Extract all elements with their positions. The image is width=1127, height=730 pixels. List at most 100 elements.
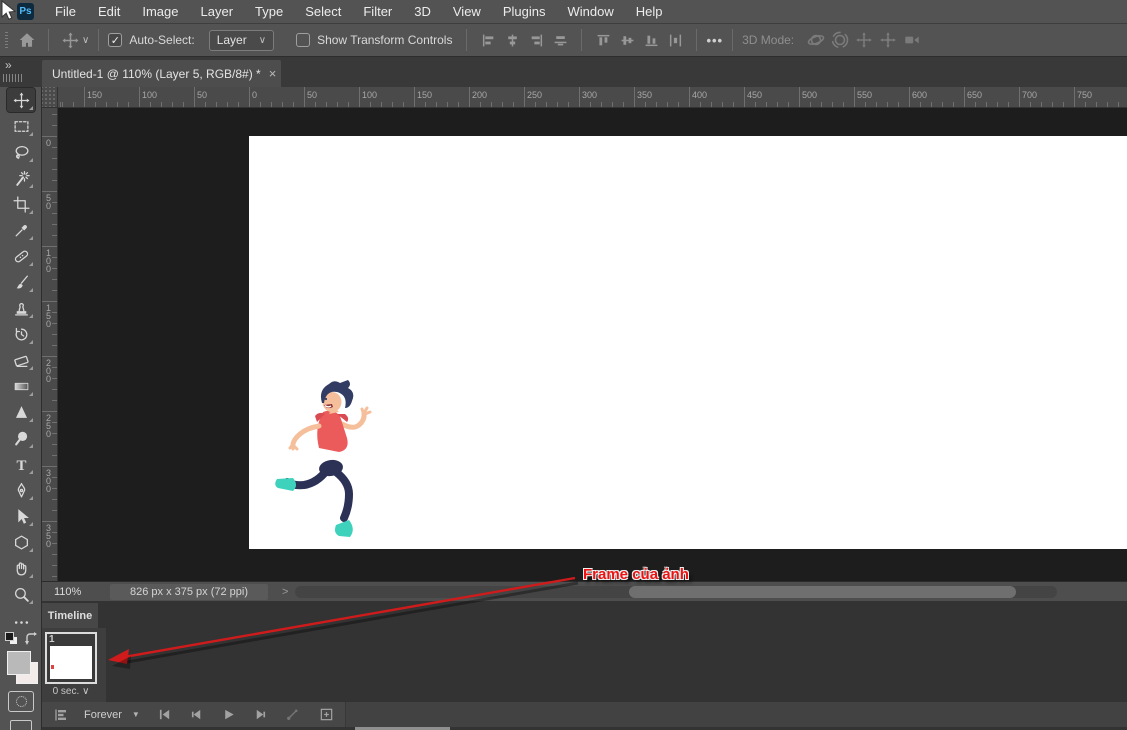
dodge-tool[interactable]	[7, 426, 35, 450]
horizontal-ruler[interactable]: 1501005005010015020025030035040045050055…	[58, 87, 1127, 108]
quick-mask-mode-button[interactable]	[8, 691, 34, 712]
document-tab-title: Untitled-1 @ 110% (Layer 5, RGB/8#) *	[52, 67, 261, 81]
auto-select-target-dropdown[interactable]: Layer ∨	[209, 30, 274, 51]
align-middle-icon[interactable]	[615, 28, 639, 52]
collapse-panels-icon[interactable]: »	[5, 58, 12, 72]
home-button[interactable]	[15, 28, 39, 52]
zoom-level-field[interactable]: 110%	[54, 586, 98, 598]
frame-thumbnail	[50, 646, 92, 679]
menu-file[interactable]: File	[44, 4, 87, 19]
frame-thumbnail-figure	[51, 665, 54, 669]
menu-view[interactable]: View	[442, 4, 492, 19]
gradient-tool[interactable]	[7, 374, 35, 398]
screen-mode-button[interactable]	[10, 720, 32, 730]
document-tab[interactable]: Untitled-1 @ 110% (Layer 5, RGB/8#) * ×	[42, 60, 281, 87]
spot-healing-tool[interactable]	[7, 244, 35, 268]
3d-orbit-icon[interactable]	[804, 28, 828, 52]
swap-colors-icon[interactable]	[24, 632, 38, 646]
align-vertical-centers-icon[interactable]	[548, 28, 572, 52]
next-frame-button[interactable]	[250, 706, 272, 724]
rectangular-marquee-tool[interactable]	[7, 114, 35, 138]
new-frame-button[interactable]	[316, 706, 338, 724]
move-tool-options-icon[interactable]	[58, 28, 82, 52]
frame-number: 1	[49, 634, 55, 645]
foreground-color-swatch[interactable]	[7, 651, 31, 675]
timeline-frame-column: 1 0 sec. ∨	[42, 628, 106, 702]
menu-filter[interactable]: Filter	[352, 4, 403, 19]
move-tool[interactable]	[7, 88, 35, 112]
menu-layer[interactable]: Layer	[190, 4, 245, 19]
eraser-tool[interactable]	[7, 348, 35, 372]
pen-tool[interactable]	[7, 478, 35, 502]
document-tab-bar: » Untitled-1 @ 110% (Layer 5, RGB/8#) * …	[0, 57, 1127, 87]
toolbar-grip	[3, 74, 24, 82]
lasso-tool[interactable]	[7, 140, 35, 164]
status-bar: 110% 826 px x 375 px (72 ppi) > <	[42, 581, 1127, 601]
ruler-origin-corner[interactable]	[42, 87, 58, 108]
first-frame-button[interactable]	[154, 706, 176, 724]
photoshop-window: Ps File Edit Image Layer Type Select Fil…	[0, 0, 1127, 730]
menu-window[interactable]: Window	[556, 4, 624, 19]
type-tool[interactable]: T	[7, 452, 35, 476]
timeline-controls-bar: Forever ▼	[42, 702, 1127, 727]
menu-plugins[interactable]: Plugins	[492, 4, 557, 19]
align-top-edges-icon[interactable]	[591, 28, 615, 52]
menu-3d[interactable]: 3D	[403, 4, 442, 19]
align-right-edges-icon[interactable]	[524, 28, 548, 52]
eyedropper-tool[interactable]	[7, 218, 35, 242]
history-brush-tool[interactable]	[7, 322, 35, 346]
crop-tool[interactable]	[7, 192, 35, 216]
magic-wand-tool[interactable]	[7, 166, 35, 190]
zoom-tool[interactable]	[7, 582, 35, 606]
menu-help[interactable]: Help	[625, 4, 674, 19]
previous-frame-button[interactable]	[186, 706, 208, 724]
align-left-edges-icon[interactable]	[476, 28, 500, 52]
delay-chevron-icon: ∨	[82, 686, 89, 697]
status-expand-chevron-icon[interactable]: >	[282, 586, 288, 598]
loop-dropdown-arrow-icon: ▼	[132, 710, 140, 719]
3d-pan-icon[interactable]	[852, 28, 876, 52]
vertical-ruler[interactable]: 050100150200250300350	[42, 108, 58, 581]
hand-tool[interactable]	[7, 556, 35, 580]
path-selection-tool[interactable]	[7, 504, 35, 528]
tab-close-icon[interactable]: ×	[269, 66, 277, 81]
quick-mask-circle-icon	[16, 696, 27, 707]
auto-select-checkbox[interactable]: ✓	[108, 33, 122, 47]
frame-delay-selector[interactable]: 0 sec. ∨	[42, 686, 100, 697]
3d-slide-icon[interactable]	[876, 28, 900, 52]
3d-roll-icon[interactable]	[828, 28, 852, 52]
edit-toolbar-ellipsis[interactable]	[7, 610, 35, 634]
horizontal-scrollbar-thumb[interactable]	[629, 586, 1016, 598]
menu-type[interactable]: Type	[244, 4, 294, 19]
menu-image[interactable]: Image	[131, 4, 189, 19]
default-and-swap-colors	[4, 632, 38, 650]
dropdown-chevron-icon: ∨	[259, 35, 266, 46]
align-horizontal-centers-icon[interactable]	[500, 28, 524, 52]
clone-stamp-tool[interactable]	[7, 296, 35, 320]
default-colors-icon-front[interactable]	[6, 633, 13, 640]
canvas-document[interactable]	[249, 136, 1127, 549]
brush-tool[interactable]	[7, 270, 35, 294]
pasteboard	[58, 108, 1127, 581]
3d-dolly-camera-icon[interactable]	[900, 28, 924, 52]
running-man-illustration	[273, 378, 375, 543]
svg-text:T: T	[16, 457, 26, 472]
loop-count-dropdown[interactable]: Forever ▼	[84, 709, 140, 721]
align-bottom-edges-icon[interactable]	[639, 28, 663, 52]
more-align-options-button[interactable]: •••	[706, 33, 723, 48]
menu-edit[interactable]: Edit	[87, 4, 131, 19]
timeline-tab[interactable]: Timeline	[42, 603, 98, 628]
tool-preset-chevron-icon[interactable]: ∨	[82, 35, 89, 46]
horizontal-scrollbar[interactable]	[295, 586, 1057, 598]
distribute-horizontally-icon[interactable]	[663, 28, 687, 52]
convert-timeline-icon[interactable]	[50, 706, 72, 724]
show-transform-checkbox[interactable]	[296, 33, 310, 47]
shape-tool[interactable]	[7, 530, 35, 554]
play-animation-button[interactable]	[218, 706, 240, 724]
menu-select[interactable]: Select	[294, 4, 352, 19]
document-dimensions-field[interactable]: 826 px x 375 px (72 ppi)	[110, 584, 268, 600]
blur-tool[interactable]	[7, 400, 35, 424]
3d-mode-label: 3D Mode:	[742, 33, 794, 47]
tween-frames-button[interactable]	[282, 706, 304, 724]
animation-frame-1[interactable]: 1	[45, 632, 97, 684]
